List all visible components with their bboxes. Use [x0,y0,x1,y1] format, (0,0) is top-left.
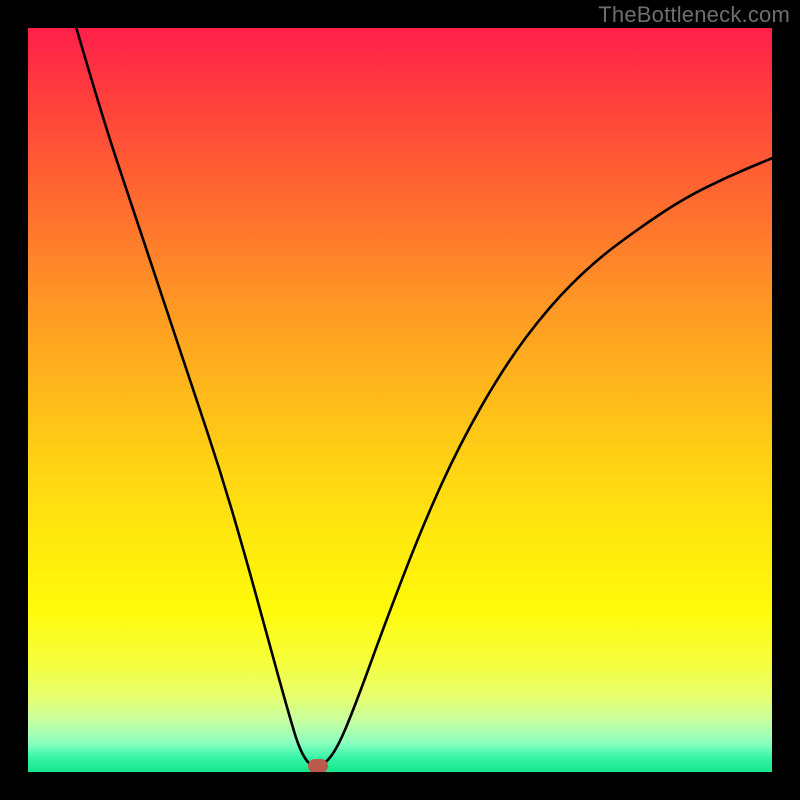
curve-svg [28,28,772,772]
watermark-text: TheBottleneck.com [598,2,790,28]
chart-frame: TheBottleneck.com [0,0,800,800]
plot-area [28,28,772,772]
bottleneck-curve [76,28,772,767]
optimum-marker [308,759,328,772]
